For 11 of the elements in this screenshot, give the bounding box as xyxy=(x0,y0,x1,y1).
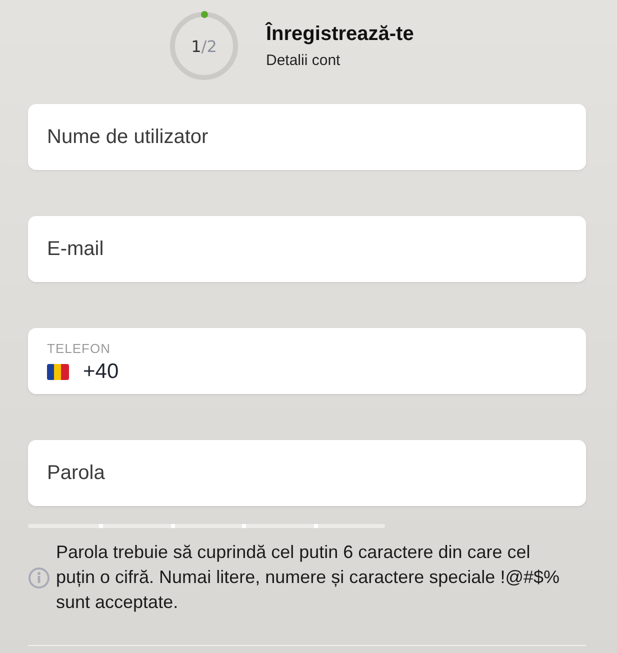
step-counter: 1/2 xyxy=(191,36,217,56)
phone-field[interactable]: TELEFON +40 xyxy=(28,328,586,394)
input-field[interactable]: Parola xyxy=(28,440,586,506)
password-hint: Parola trebuie să cuprindă cel putin 6 caractere din care cel puțin o cifră. Numai litere, numere și caractere speciale !@#$% sunt acceptate. xyxy=(56,541,560,614)
flag-icon xyxy=(47,364,69,380)
page-title: Înregistrează-te xyxy=(266,23,414,46)
input-field[interactable]: Nume de utilizator xyxy=(28,104,586,170)
progress-dot xyxy=(200,11,208,18)
info-icon xyxy=(28,566,50,588)
step-subtitle: Detalii cont xyxy=(266,52,342,69)
input-field[interactable]: E-mail xyxy=(28,216,586,282)
